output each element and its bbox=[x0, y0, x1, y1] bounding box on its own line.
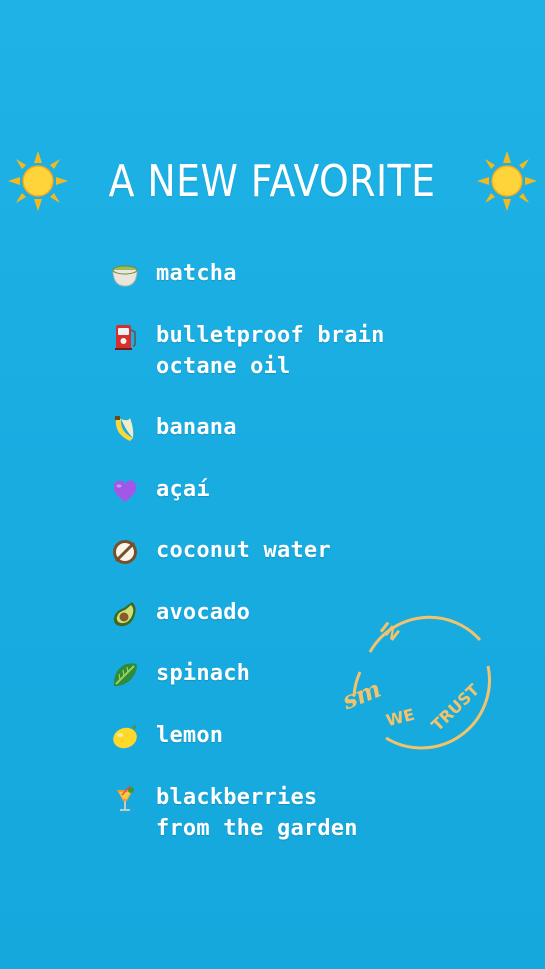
list-item: açaí bbox=[110, 474, 530, 506]
list-item: banana bbox=[110, 412, 530, 444]
list-item: coconut water bbox=[110, 535, 530, 567]
list-item-label: spinach bbox=[156, 661, 251, 686]
list-item-label: lemon bbox=[156, 723, 224, 748]
banana-icon bbox=[110, 414, 140, 444]
purple-heart-icon bbox=[110, 476, 140, 506]
story-canvas: A NEW FAVORITE matcha bulletproof brain … bbox=[0, 0, 545, 969]
list-item-label: blackberries from the garden bbox=[156, 785, 358, 841]
list-item-label: açaí bbox=[156, 477, 210, 502]
list-item: matcha bbox=[110, 258, 530, 290]
lemon-icon bbox=[110, 722, 140, 752]
leafy-green-icon bbox=[110, 660, 140, 690]
avocado-icon bbox=[110, 599, 140, 629]
list-item: blackberries from the garden bbox=[110, 782, 530, 844]
list-item-label: banana bbox=[156, 415, 237, 440]
list-item-label: bulletproof brain octane oil bbox=[156, 323, 385, 379]
tropical-drink-icon bbox=[110, 784, 140, 814]
sun-icon bbox=[8, 151, 69, 211]
list-item-label: coconut water bbox=[156, 538, 331, 563]
list-item: bulletproof brain octane oil bbox=[110, 320, 530, 382]
circular-stamp: IN sm WE TRUST bbox=[338, 600, 500, 760]
list-item-label: avocado bbox=[156, 600, 251, 625]
matcha-bowl-icon bbox=[110, 260, 140, 290]
title-row: A NEW FAVORITE bbox=[0, 148, 545, 214]
fuel-pump-icon bbox=[110, 322, 140, 352]
page-title: A NEW FAVORITE bbox=[109, 155, 436, 207]
sun-icon bbox=[476, 151, 537, 211]
list-item-label: matcha bbox=[156, 261, 237, 286]
coconut-icon bbox=[110, 537, 140, 567]
